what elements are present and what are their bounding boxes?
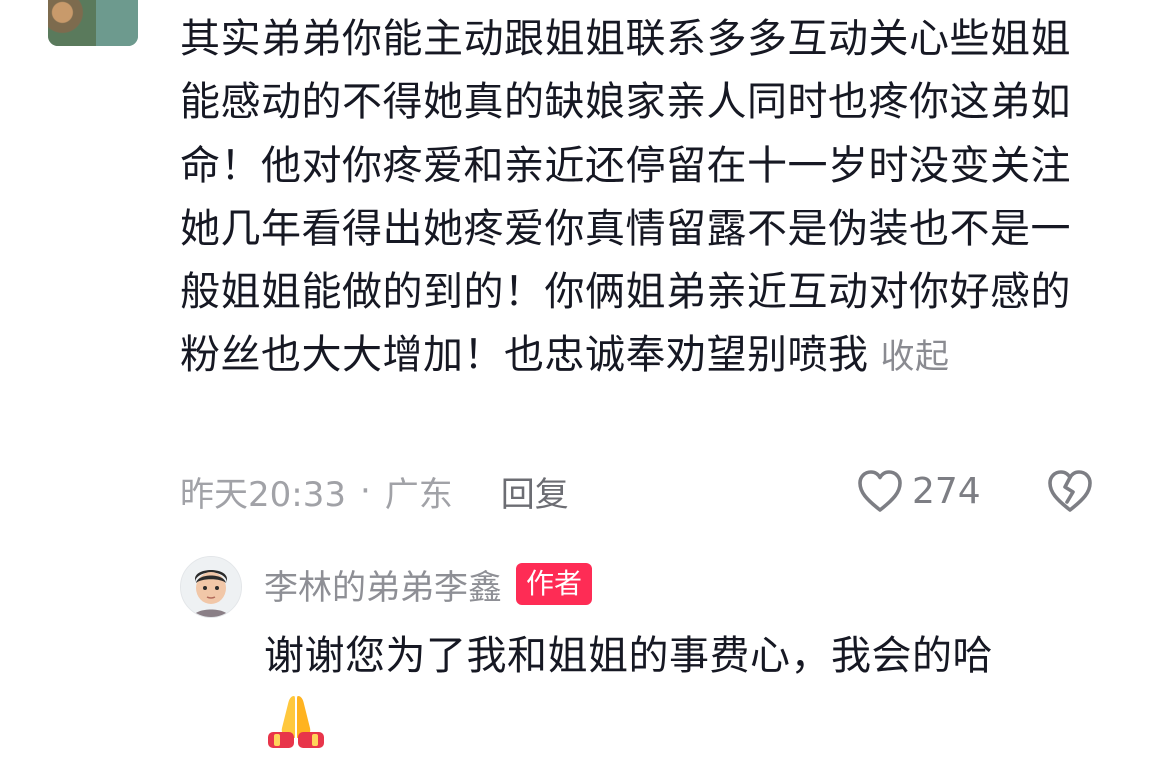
avatar-image-right	[96, 0, 138, 46]
heart-outline-icon	[858, 470, 902, 512]
avatar-image-left	[48, 0, 96, 46]
folded-hands-emoji	[268, 696, 324, 748]
child-portrait-icon	[181, 557, 241, 617]
reply-author-row: 李林的弟弟李鑫 作者	[264, 560, 593, 609]
comment-location: 广东	[384, 474, 453, 515]
reply-author-avatar[interactable]	[180, 556, 242, 618]
commenter-avatar[interactable]	[48, 0, 138, 46]
like-count: 274	[912, 470, 981, 512]
comment-text: 其实弟弟你能主动跟姐姐联系多多互动关心些姐姐能感动的不得她真的缺娘家亲人同时也疼…	[180, 16, 1071, 379]
reply-text: 谢谢您为了我和姐姐的事费心，我会的哈	[264, 633, 993, 679]
like-button[interactable]: 274	[856, 466, 981, 516]
reply-author-name[interactable]: 李林的弟弟李鑫	[264, 560, 502, 609]
comment-body: 其实弟弟你能主动跟姐姐联系多多互动关心些姐姐能感动的不得她真的缺娘家亲人同时也疼…	[180, 8, 1090, 390]
reply-button[interactable]: 回复	[501, 467, 569, 516]
collapse-button[interactable]: 收起	[881, 337, 950, 377]
comment-timestamp: 昨天20:33	[180, 474, 346, 515]
author-badge: 作者	[516, 563, 593, 605]
meta-separator: ·	[359, 471, 371, 511]
broken-heart-icon[interactable]	[1046, 468, 1094, 516]
